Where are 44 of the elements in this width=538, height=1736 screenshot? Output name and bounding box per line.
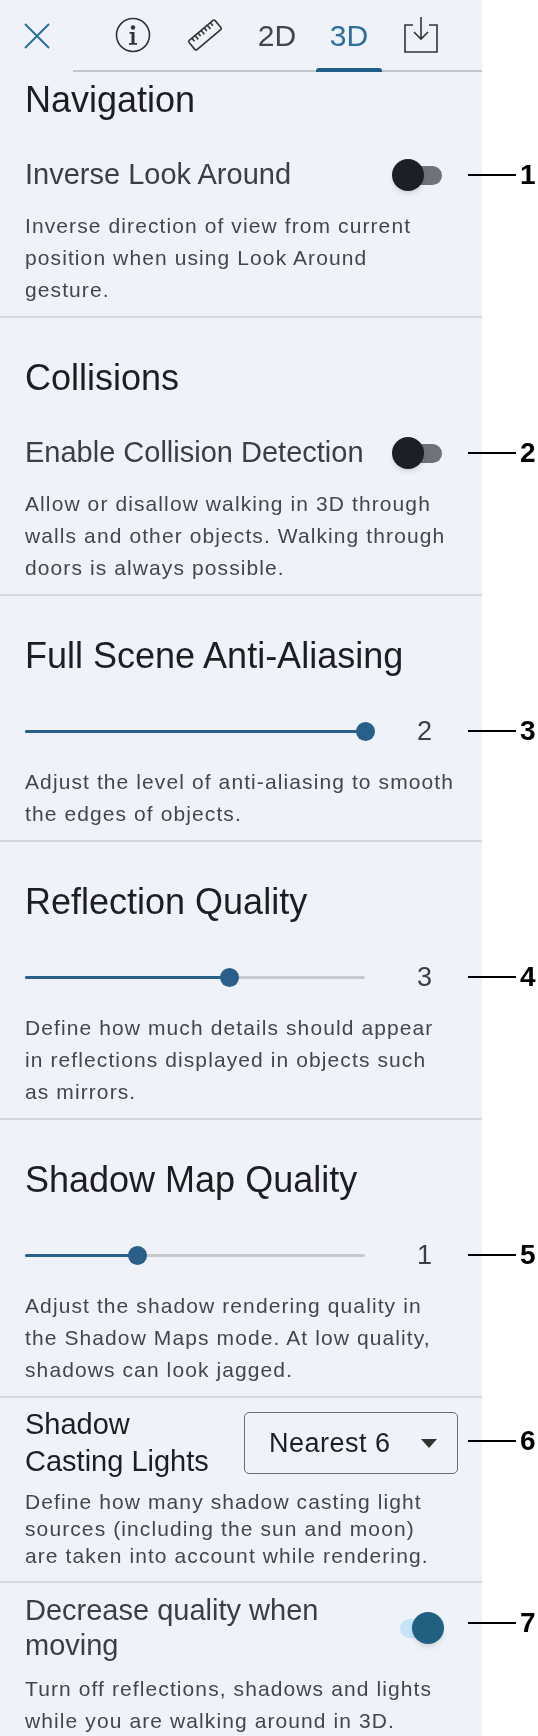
callout-number: 4 <box>520 963 536 991</box>
ruler-icon <box>186 16 224 54</box>
setting-description: Define how many shadow casting light sources (including the sun and moon) are taken into account while rendering. <box>25 1489 430 1569</box>
leader-line <box>468 730 516 732</box>
leader-line <box>468 1440 516 1442</box>
leader-line <box>468 452 516 454</box>
slider-value: 2 <box>417 714 433 748</box>
dropdown[interactable]: Nearest 6 <box>244 1412 458 1474</box>
setting-description: Adjust the shadow rendering quality in the Shadow Maps mode. At low quality, shadows can look jagged. <box>25 1293 432 1383</box>
caret-icon <box>421 1438 437 1448</box>
leader-line <box>468 174 516 176</box>
download-icon <box>403 16 439 54</box>
close-icon <box>23 23 50 49</box>
callout-number: 1 <box>520 161 536 189</box>
setting-label: Enable Collision Detection <box>25 435 364 471</box>
slider-value: 3 <box>417 960 433 994</box>
callout-number: 5 <box>520 1241 536 1269</box>
callout-number: 6 <box>520 1427 536 1455</box>
setting-description: Allow or disallow walking in 3D through walls and other objects. Walking through doors is always possible. <box>25 491 447 581</box>
section-heading: Reflection Quality <box>25 880 309 924</box>
setting-description: Inverse direction of view from current position when using Look Around gesture. <box>25 213 413 303</box>
leader-line <box>468 976 516 978</box>
setting-description: Define how much details should appear in reflections displayed in objects such as mirrors. <box>25 1015 435 1105</box>
tab[interactable]: 2D <box>241 0 313 70</box>
section-heading: Collisions <box>25 356 181 400</box>
info-icon <box>115 17 151 53</box>
setting-label: Decrease quality when moving <box>25 1593 320 1663</box>
toggle-switch[interactable] <box>392 436 444 470</box>
section-heading: Shadow Map Quality <box>25 1158 359 1202</box>
callout-number: 7 <box>520 1609 536 1637</box>
setting-description: Adjust the level of anti-aliasing to smooth the edges of objects. <box>25 769 455 827</box>
slider[interactable] <box>25 721 375 741</box>
callout-number: 3 <box>520 717 536 745</box>
slider-value: 1 <box>417 1238 433 1272</box>
toggle-switch[interactable] <box>392 158 444 192</box>
callout-number: 2 <box>520 439 536 467</box>
section-heading: Full Scene Anti-Aliasing <box>25 634 405 678</box>
leader-line <box>468 1254 516 1256</box>
setting-label: Shadow Casting Lights <box>25 1407 210 1479</box>
setting-label: Inverse Look Around <box>25 157 291 193</box>
leader-line <box>468 1622 516 1624</box>
tab[interactable]: 3D <box>313 0 385 70</box>
setting-description: Turn off reflections, shadows and lights while you are walking around in 3D. <box>25 1676 434 1734</box>
section-heading: Navigation <box>25 78 197 122</box>
